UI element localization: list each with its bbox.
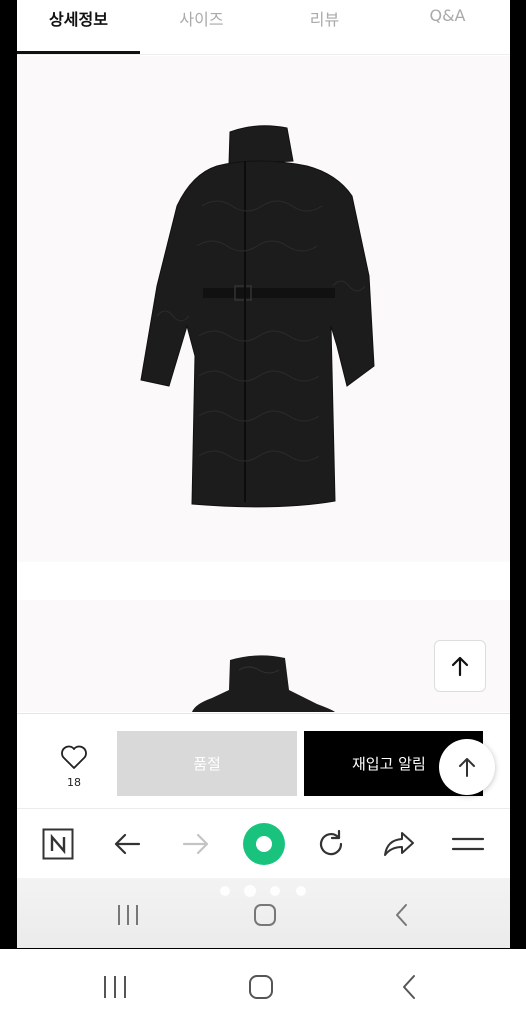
system-nav-bar [0, 949, 526, 1024]
like-count: 18 [67, 776, 81, 789]
page-dot-active [244, 885, 256, 897]
tab-details[interactable]: 상세정보 [17, 6, 140, 30]
recent-apps-button[interactable] [100, 973, 130, 1001]
green-dot-button[interactable] [241, 821, 287, 867]
tab-size[interactable]: 사이즈 [140, 6, 263, 30]
page-indicator-area [17, 878, 510, 948]
product-image-main [17, 56, 510, 562]
purchase-bar: 18 품절 재입고 알림 [17, 713, 510, 808]
share-button[interactable] [379, 824, 419, 864]
image-gap [17, 562, 510, 600]
up-arrow-icon [451, 656, 469, 677]
back-arrow-icon [114, 833, 141, 855]
page-dot [270, 886, 280, 896]
floating-scroll-top-button[interactable] [439, 739, 495, 795]
recent-apps-icon [104, 976, 126, 998]
up-arrow-icon [459, 758, 475, 777]
naver-home-button[interactable] [38, 824, 78, 864]
inner-home-button[interactable] [251, 901, 279, 929]
like-button[interactable]: 18 [57, 744, 91, 789]
app-window: 상세정보 사이즈 리뷰 Q&A 18 품절 재입고 알림 [17, 0, 510, 948]
active-tab-indicator [17, 51, 140, 54]
inner-recent-apps-button[interactable] [113, 902, 143, 928]
forward-button[interactable] [176, 824, 216, 864]
coat-image-icon [140, 125, 375, 508]
page-dot [296, 886, 306, 896]
tab-qna[interactable]: Q&A [386, 6, 509, 25]
menu-icon [451, 837, 485, 851]
menu-button[interactable] [448, 824, 488, 864]
tab-reviews[interactable]: 리뷰 [263, 6, 386, 30]
scroll-to-top-button[interactable] [434, 640, 486, 692]
browser-toolbar [17, 808, 510, 878]
page-dot [220, 886, 230, 896]
refresh-button[interactable] [311, 824, 351, 864]
inner-back-button[interactable] [389, 901, 415, 929]
home-icon [249, 975, 273, 999]
soldout-button[interactable]: 품절 [117, 731, 297, 796]
back-icon [403, 975, 415, 999]
back-button[interactable] [107, 824, 147, 864]
forward-arrow-icon [182, 833, 209, 855]
share-icon [384, 832, 414, 856]
product-image-secondary [17, 600, 510, 712]
phone-screen: 상세정보 사이즈 리뷰 Q&A 18 품절 재입고 알림 [0, 0, 526, 1024]
home-ring-icon [243, 823, 285, 865]
back-button-system[interactable] [396, 972, 422, 1002]
recent-apps-icon [118, 905, 138, 925]
home-button[interactable] [246, 972, 276, 1002]
home-icon [254, 904, 276, 926]
tab-bar: 상세정보 사이즈 리뷰 Q&A [17, 0, 510, 55]
heart-icon [61, 745, 87, 769]
n-logo-icon [42, 828, 74, 860]
back-icon [396, 904, 407, 926]
refresh-icon [319, 829, 343, 856]
